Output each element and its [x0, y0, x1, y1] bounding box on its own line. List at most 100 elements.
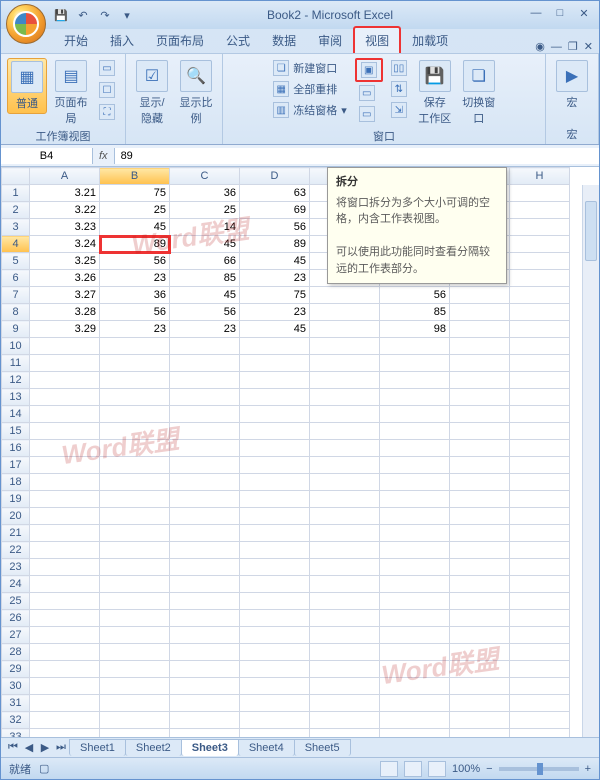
cell[interactable]: [450, 457, 510, 474]
cell[interactable]: [510, 440, 570, 457]
cell[interactable]: [30, 423, 100, 440]
cell[interactable]: [30, 406, 100, 423]
cell[interactable]: [510, 525, 570, 542]
cell[interactable]: [100, 542, 170, 559]
cell[interactable]: [510, 355, 570, 372]
cell[interactable]: [450, 593, 510, 610]
cell[interactable]: [450, 423, 510, 440]
cell[interactable]: [100, 729, 170, 738]
page-break-preview-button[interactable]: ▭: [95, 58, 119, 78]
cell[interactable]: [310, 678, 380, 695]
cell[interactable]: [310, 474, 380, 491]
cell[interactable]: [380, 508, 450, 525]
doc-close-button[interactable]: ✕: [584, 40, 593, 53]
switch-windows-button[interactable]: ❏切换窗口: [459, 58, 499, 128]
cell[interactable]: 3.29: [30, 321, 100, 338]
sheet-tab[interactable]: Sheet4: [238, 739, 295, 756]
normal-view-button[interactable]: ▦普通: [7, 58, 47, 114]
cell[interactable]: [450, 389, 510, 406]
cell[interactable]: [380, 406, 450, 423]
cell[interactable]: 23: [240, 270, 310, 287]
cell[interactable]: [380, 593, 450, 610]
cell[interactable]: [450, 304, 510, 321]
normal-view-status-button[interactable]: [380, 761, 398, 777]
cell[interactable]: [380, 457, 450, 474]
cell[interactable]: [30, 338, 100, 355]
cell[interactable]: [30, 525, 100, 542]
cell[interactable]: [310, 610, 380, 627]
cell[interactable]: [510, 661, 570, 678]
cell[interactable]: [510, 627, 570, 644]
cell[interactable]: [30, 355, 100, 372]
cell[interactable]: [30, 610, 100, 627]
cell[interactable]: [450, 474, 510, 491]
cell[interactable]: [510, 270, 570, 287]
cell[interactable]: [510, 219, 570, 236]
cell[interactable]: 25: [100, 202, 170, 219]
cell[interactable]: 56: [100, 304, 170, 321]
zoom-button[interactable]: 🔍显示比例: [176, 58, 216, 128]
cell[interactable]: [100, 491, 170, 508]
cell[interactable]: 3.22: [30, 202, 100, 219]
cell[interactable]: [170, 372, 240, 389]
cell[interactable]: [30, 372, 100, 389]
cell[interactable]: [30, 678, 100, 695]
cell[interactable]: [380, 389, 450, 406]
cell[interactable]: [310, 508, 380, 525]
doc-minimize-button[interactable]: —: [551, 41, 562, 53]
cell[interactable]: [100, 627, 170, 644]
reset-position-button[interactable]: ⇲: [387, 100, 411, 120]
tab-home[interactable]: 开始: [53, 27, 99, 53]
cell[interactable]: [310, 423, 380, 440]
cell[interactable]: [240, 627, 310, 644]
cell[interactable]: [100, 593, 170, 610]
cell[interactable]: [310, 287, 380, 304]
cell[interactable]: [450, 440, 510, 457]
cell[interactable]: 23: [100, 321, 170, 338]
cell[interactable]: 75: [240, 287, 310, 304]
cell[interactable]: [510, 474, 570, 491]
cell[interactable]: [380, 576, 450, 593]
cell[interactable]: [30, 491, 100, 508]
cell[interactable]: [380, 474, 450, 491]
cell[interactable]: [240, 355, 310, 372]
cell[interactable]: [100, 474, 170, 491]
cell[interactable]: 56: [240, 219, 310, 236]
cell[interactable]: [510, 559, 570, 576]
cell[interactable]: [510, 253, 570, 270]
freeze-panes-button[interactable]: ▥冻结窗格 ▾: [269, 100, 351, 120]
cell[interactable]: [510, 610, 570, 627]
cell[interactable]: [380, 661, 450, 678]
zoom-in-button[interactable]: +: [585, 763, 591, 775]
cell[interactable]: 85: [380, 304, 450, 321]
cell[interactable]: [30, 559, 100, 576]
cell[interactable]: [240, 729, 310, 738]
vertical-scrollbar[interactable]: [582, 185, 599, 737]
cell[interactable]: [450, 661, 510, 678]
cell[interactable]: [100, 712, 170, 729]
cell[interactable]: [30, 593, 100, 610]
cell[interactable]: [310, 559, 380, 576]
cell[interactable]: [100, 559, 170, 576]
cell[interactable]: [170, 576, 240, 593]
cell[interactable]: [100, 423, 170, 440]
cell[interactable]: 45: [240, 321, 310, 338]
tab-review[interactable]: 审阅: [307, 27, 353, 53]
zoom-slider[interactable]: [499, 767, 579, 771]
cell[interactable]: [380, 644, 450, 661]
cell[interactable]: 66: [170, 253, 240, 270]
cell[interactable]: [170, 661, 240, 678]
cell[interactable]: [450, 644, 510, 661]
cell[interactable]: [310, 661, 380, 678]
split-button[interactable]: ▣: [355, 58, 383, 82]
cell[interactable]: [310, 695, 380, 712]
tab-nav-last[interactable]: ⏭: [53, 741, 69, 754]
cell[interactable]: [100, 457, 170, 474]
cell[interactable]: [170, 559, 240, 576]
cell[interactable]: [30, 661, 100, 678]
cell[interactable]: [510, 678, 570, 695]
cell[interactable]: [240, 593, 310, 610]
cell[interactable]: [510, 236, 570, 253]
cell[interactable]: [380, 423, 450, 440]
cell[interactable]: [100, 644, 170, 661]
